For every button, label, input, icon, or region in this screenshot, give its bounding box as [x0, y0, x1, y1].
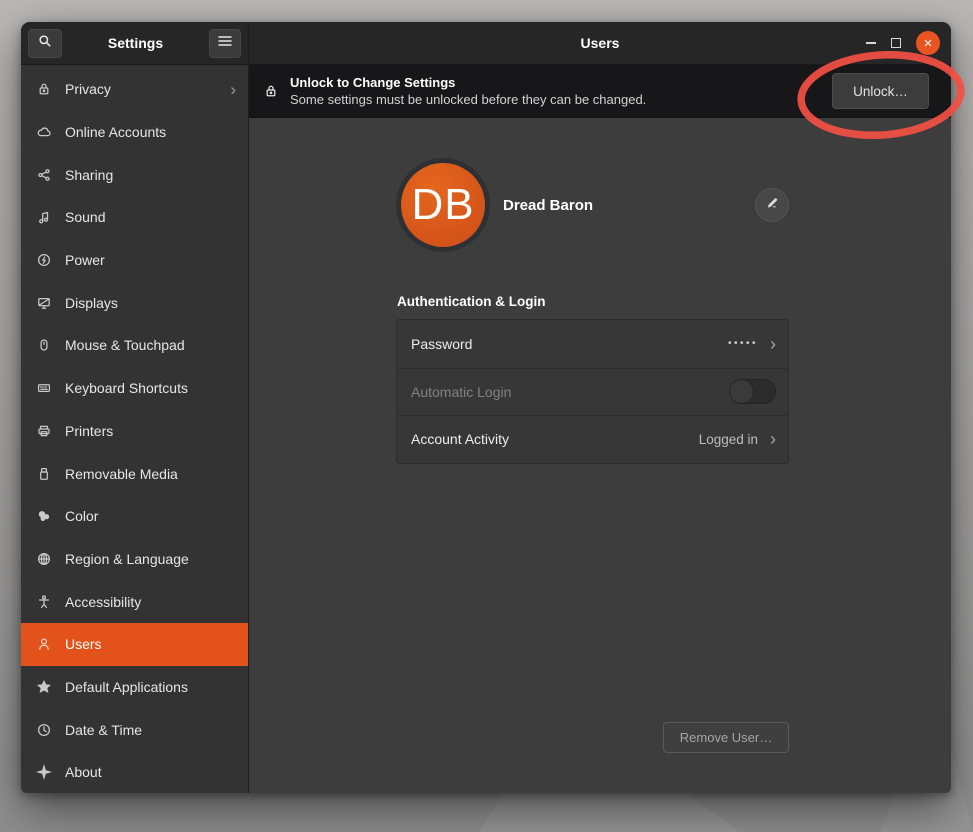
main-panel: Users × Unlock to Change Settings Some s…: [249, 22, 951, 793]
sidebar-item-displays[interactable]: Displays: [21, 281, 248, 324]
maximize-icon: [891, 38, 901, 48]
window-controls: ×: [866, 22, 940, 64]
users-content: DB Dread Baron Authentication & Login Pa…: [249, 118, 951, 793]
sidebar: Settings Privacy › Online Accounts: [21, 22, 249, 793]
chevron-right-icon: ›: [770, 335, 776, 353]
banner-text: Unlock to Change Settings Some settings …: [290, 75, 646, 107]
avatar[interactable]: DB: [396, 158, 490, 252]
profile-row: DB Dread Baron: [396, 158, 789, 252]
settings-window: Settings Privacy › Online Accounts: [21, 22, 951, 793]
sidebar-item-printers[interactable]: Printers: [21, 410, 248, 453]
pencil-icon: [765, 195, 780, 215]
users-icon: [35, 636, 52, 653]
accessibility-icon: [35, 593, 52, 610]
share-icon: [35, 166, 52, 183]
minimize-icon: [866, 42, 876, 44]
sidebar-item-about[interactable]: About: [21, 751, 248, 793]
user-full-name: Dread Baron: [503, 197, 593, 214]
color-icon: [35, 508, 52, 525]
about-star-icon: [35, 764, 52, 781]
sidebar-item-online-accounts[interactable]: Online Accounts: [21, 111, 248, 154]
globe-icon: [35, 550, 52, 567]
auth-listbox: Password ••••• › Automatic Login Account…: [396, 319, 789, 464]
page-title: Users: [581, 35, 620, 51]
hamburger-menu-icon: [218, 34, 232, 52]
search-button[interactable]: [28, 29, 62, 58]
sidebar-item-privacy[interactable]: Privacy ›: [21, 68, 248, 111]
unlock-button[interactable]: Unlock…: [832, 73, 929, 109]
keyboard-icon: [35, 380, 52, 397]
maximize-button[interactable]: [891, 38, 901, 48]
primary-menu-button[interactable]: [209, 29, 241, 58]
edit-name-button[interactable]: [755, 188, 789, 222]
chevron-right-icon: ›: [770, 430, 776, 448]
avatar-initials: DB: [401, 163, 485, 247]
sidebar-item-color[interactable]: Color: [21, 495, 248, 538]
account-activity-value: Logged in: [699, 432, 758, 447]
chevron-right-icon: ›: [230, 81, 236, 98]
sidebar-item-sound[interactable]: Sound: [21, 196, 248, 239]
sidebar-item-date-time[interactable]: Date & Time: [21, 708, 248, 751]
automatic-login-toggle[interactable]: [729, 379, 776, 404]
password-label: Password: [411, 336, 472, 352]
sidebar-item-sharing[interactable]: Sharing: [21, 153, 248, 196]
banner-subtitle: Some settings must be unlocked before th…: [290, 92, 646, 107]
sidebar-item-mouse-touchpad[interactable]: Mouse & Touchpad: [21, 324, 248, 367]
main-headerbar: Users ×: [249, 22, 951, 65]
clock-icon: [35, 721, 52, 738]
sidebar-item-power[interactable]: Power: [21, 239, 248, 282]
cloud-icon: [35, 124, 52, 141]
sidebar-list: Privacy › Online Accounts Sharing Sound …: [21, 65, 248, 793]
sidebar-item-removable-media[interactable]: Removable Media: [21, 452, 248, 495]
printer-icon: [35, 422, 52, 439]
display-icon: [35, 294, 52, 311]
sidebar-title: Settings: [108, 35, 163, 51]
mouse-icon: [35, 337, 52, 354]
star-icon: [35, 678, 52, 695]
unlock-banner: Unlock to Change Settings Some settings …: [249, 65, 951, 118]
password-row[interactable]: Password ••••• ›: [397, 320, 788, 368]
sidebar-item-default-applications[interactable]: Default Applications: [21, 666, 248, 709]
sidebar-item-keyboard-shortcuts[interactable]: Keyboard Shortcuts: [21, 367, 248, 410]
automatic-login-label: Automatic Login: [411, 384, 511, 400]
flash-drive-icon: [35, 465, 52, 482]
search-icon: [37, 33, 53, 54]
account-activity-label: Account Activity: [411, 431, 509, 447]
sidebar-item-accessibility[interactable]: Accessibility: [21, 580, 248, 623]
remove-user-button[interactable]: Remove User…: [663, 722, 789, 753]
minimize-button[interactable]: [866, 42, 876, 44]
lock-icon: [262, 83, 279, 100]
banner-title: Unlock to Change Settings: [290, 75, 646, 90]
account-activity-row[interactable]: Account Activity Logged in ›: [397, 415, 788, 463]
password-dots: •••••: [728, 338, 758, 349]
toggle-knob: [729, 379, 754, 404]
music-note-icon: [35, 209, 52, 226]
sidebar-item-users[interactable]: Users: [21, 623, 248, 666]
power-icon: [35, 252, 52, 269]
sidebar-item-region-language[interactable]: Region & Language: [21, 538, 248, 581]
close-icon: ×: [924, 36, 933, 51]
sidebar-headerbar: Settings: [21, 22, 248, 65]
lock-icon: [35, 81, 52, 98]
close-button[interactable]: ×: [916, 31, 940, 55]
section-title: Authentication & Login: [397, 294, 545, 309]
automatic-login-row: Automatic Login: [397, 368, 788, 416]
